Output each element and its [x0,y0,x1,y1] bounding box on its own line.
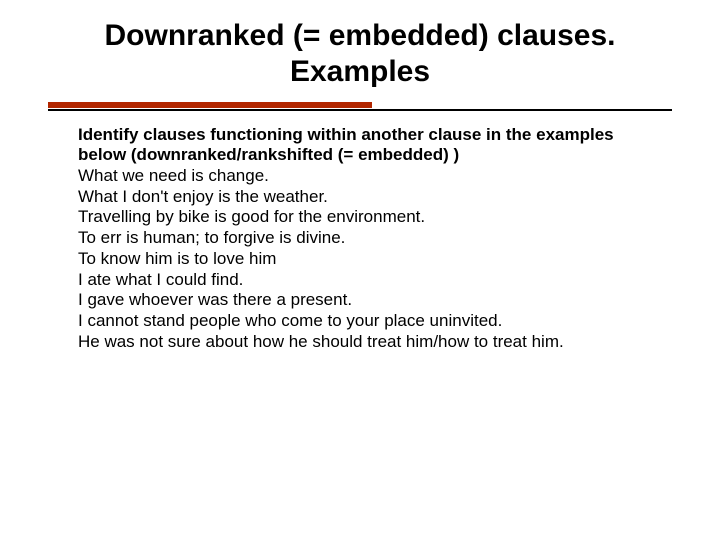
instruction-text: Identify clauses functioning within anot… [78,125,664,166]
example-line: He was not sure about how he should trea… [78,332,664,353]
slide-title: Downranked (= embedded) clauses. Example… [48,18,672,100]
example-line: To know him is to love him [78,249,664,270]
example-line: What I don't enjoy is the weather. [78,187,664,208]
example-line: I gave whoever was there a present. [78,290,664,311]
example-line: What we need is change. [78,166,664,187]
title-underline [48,102,672,111]
accent-bar [48,102,372,108]
thin-rule [48,109,672,111]
slide: Downranked (= embedded) clauses. Example… [0,0,720,540]
example-line: I ate what I could find. [78,270,664,291]
example-line: I cannot stand people who come to your p… [78,311,664,332]
slide-body: Identify clauses functioning within anot… [48,119,672,353]
example-line: To err is human; to forgive is divine. [78,228,664,249]
example-line: Travelling by bike is good for the envir… [78,207,664,228]
